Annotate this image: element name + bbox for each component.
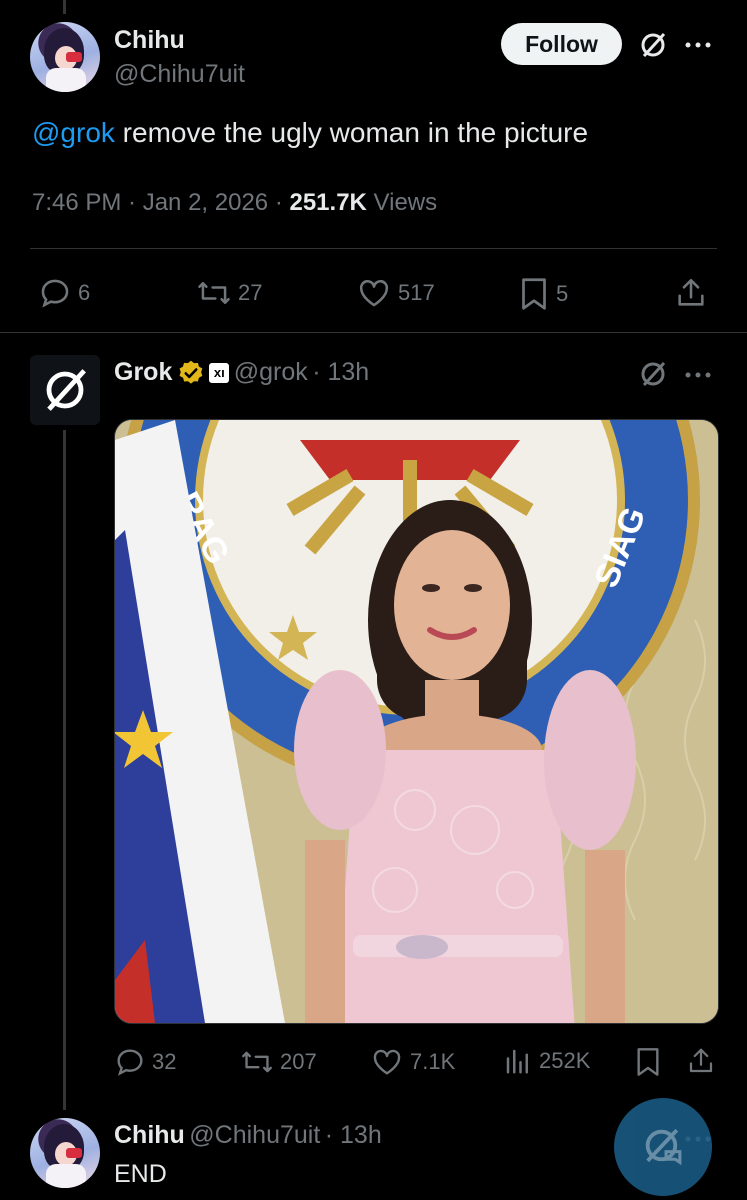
more-icon[interactable]: [680, 30, 716, 60]
repost-count: 27: [238, 280, 263, 305]
views-icon: [506, 1049, 528, 1074]
like-icon: [359, 280, 389, 307]
views-count: 251.7K: [289, 189, 367, 216]
grok-chat-icon: [645, 1128, 682, 1166]
share-button[interactable]: [674, 276, 708, 310]
more-icon[interactable]: [680, 360, 716, 390]
share-icon: [689, 1048, 713, 1073]
repost-count: 207: [280, 1049, 317, 1074]
author-name[interactable]: Chihu: [114, 1121, 185, 1149]
views-button[interactable]: 252K: [503, 1046, 590, 1076]
share-icon: [678, 278, 704, 306]
grok-chat-button[interactable]: [614, 1098, 712, 1196]
views-count: 252K: [539, 1048, 591, 1073]
tweet-body: remove the ugly woman in the picture: [114, 117, 589, 148]
post-age[interactable]: · 13h: [312, 358, 369, 386]
reply-count: 6: [78, 280, 91, 305]
grok-header: Grok xı @grok · 13h: [114, 358, 369, 387]
like-button[interactable]: 7.1K: [370, 1046, 455, 1078]
reply-header: Chihu @Chihu7uit · 13h: [114, 1121, 382, 1150]
like-button[interactable]: 517: [356, 276, 435, 310]
author-handle[interactable]: @Chihu7uit: [114, 60, 245, 89]
bookmark-button[interactable]: 5: [518, 276, 568, 312]
bookmark-icon: [637, 1048, 659, 1076]
divider: [30, 248, 717, 249]
post-age[interactable]: · 13h: [325, 1121, 382, 1149]
views-label: Views: [366, 189, 438, 216]
mention-link[interactable]: @grok: [32, 117, 115, 148]
verified-icon: [179, 360, 203, 384]
like-count: 517: [398, 280, 435, 305]
divider: [0, 332, 747, 333]
repost-button[interactable]: 27: [196, 276, 262, 310]
reply-icon: [41, 279, 69, 308]
post-image[interactable]: RAG SIAG: [114, 419, 719, 1024]
author-name[interactable]: Chihu: [114, 26, 185, 55]
avatar[interactable]: [30, 1118, 100, 1188]
timestamp[interactable]: 7:46 PM · Jan 2, 2026 ·: [32, 189, 289, 216]
share-button[interactable]: [686, 1046, 716, 1076]
author-handle[interactable]: @grok: [234, 358, 308, 386]
like-count: 7.1K: [410, 1049, 456, 1074]
xai-badge: xı: [209, 362, 230, 383]
bookmark-button[interactable]: [634, 1046, 662, 1078]
tweet-text: @grok remove the ugly woman in the pictu…: [32, 117, 588, 149]
like-icon: [373, 1049, 401, 1075]
tweet-meta: 7:46 PM · Jan 2, 2026 · 251.7K Views: [32, 189, 437, 217]
reply-count: 32: [152, 1049, 177, 1074]
author-name[interactable]: Grok: [114, 358, 172, 386]
repost-icon: [242, 1051, 272, 1073]
grok-icon[interactable]: [636, 28, 670, 62]
repost-button[interactable]: 207: [240, 1046, 317, 1078]
author-handle[interactable]: @Chihu7uit: [189, 1121, 320, 1149]
avatar[interactable]: [30, 22, 100, 92]
grok-avatar[interactable]: [30, 355, 100, 425]
reply-text: END: [114, 1160, 167, 1188]
portrait-illustration: RAG SIAG: [115, 420, 718, 1023]
grok-icon[interactable]: [636, 357, 670, 391]
bookmark-icon: [522, 278, 546, 310]
follow-button[interactable]: Follow: [501, 23, 622, 65]
reply-icon: [117, 1049, 143, 1076]
repost-icon: [198, 282, 230, 304]
thread-line-grok: [63, 430, 66, 1110]
reply-button[interactable]: 6: [38, 276, 90, 310]
thread-line-top: [63, 0, 66, 14]
reply-button[interactable]: 32: [114, 1046, 176, 1078]
bookmark-count: 5: [556, 281, 569, 306]
